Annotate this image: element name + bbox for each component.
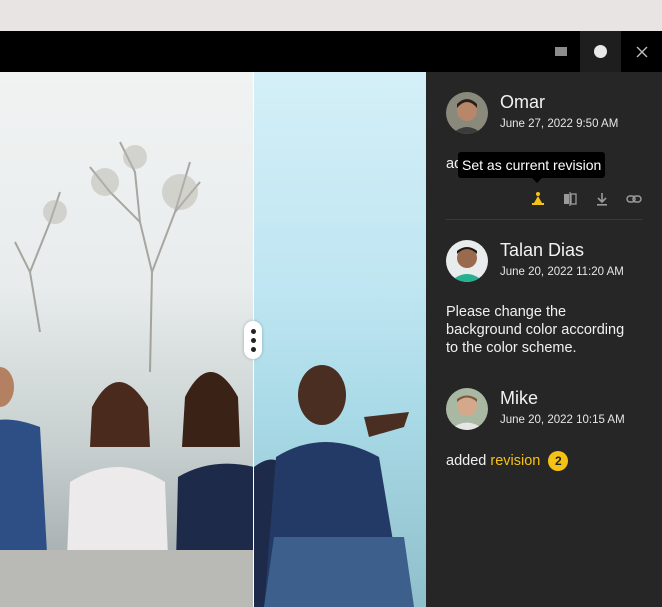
people-right-illustration xyxy=(254,365,414,607)
image-compare-viewer[interactable] xyxy=(0,72,426,607)
revision-link[interactable]: revision xyxy=(490,453,540,469)
avatar xyxy=(446,388,488,430)
avatar xyxy=(446,92,488,134)
comment-text-line: background color according xyxy=(446,322,625,338)
close-button[interactable] xyxy=(621,31,662,72)
comment-text-line: Please change the xyxy=(446,304,567,320)
vertical-dots-icon xyxy=(250,328,256,352)
comment-author: Mike xyxy=(500,388,539,408)
comment-author: Talan Dias xyxy=(500,240,585,260)
comment-text-prefix: added xyxy=(446,452,487,469)
revised-image xyxy=(254,72,426,607)
comments-panel: Omar June 27, 2022 9:50 AM ad Set as cur… xyxy=(426,72,662,607)
close-icon xyxy=(636,46,647,57)
download-icon[interactable] xyxy=(594,191,610,207)
title-bar xyxy=(0,31,662,72)
avatar xyxy=(446,240,488,282)
compare-icon[interactable] xyxy=(562,191,578,207)
tooltip: Set as current revision xyxy=(458,152,606,183)
comment-date: June 27, 2022 9:50 AM xyxy=(500,118,619,130)
original-image xyxy=(0,72,426,607)
set-current-revision-icon[interactable] xyxy=(530,191,546,207)
comment-date: June 20, 2022 10:15 AM xyxy=(500,414,625,426)
record-button[interactable] xyxy=(580,31,621,72)
comment-text-line: to the color scheme. xyxy=(446,340,577,356)
compare-handle[interactable] xyxy=(244,321,262,359)
minimize-icon xyxy=(554,47,567,56)
comment-item: Omar June 27, 2022 9:50 AM ad Set as cur… xyxy=(446,92,646,232)
comment-item: Talan Dias June 20, 2022 11:20 AM Please… xyxy=(446,240,646,360)
minimize-button[interactable] xyxy=(540,31,581,72)
record-icon xyxy=(594,45,607,58)
comment-date: June 20, 2022 11:20 AM xyxy=(500,266,624,278)
link-icon[interactable] xyxy=(626,191,642,207)
comment-author: Omar xyxy=(500,92,545,112)
divider xyxy=(446,219,642,220)
top-strip xyxy=(0,0,662,31)
revision-badge: 2 xyxy=(548,451,569,471)
comment-text: added revision 2 xyxy=(446,451,569,471)
comment-item: Mike June 20, 2022 10:15 AM added revisi… xyxy=(446,388,646,478)
